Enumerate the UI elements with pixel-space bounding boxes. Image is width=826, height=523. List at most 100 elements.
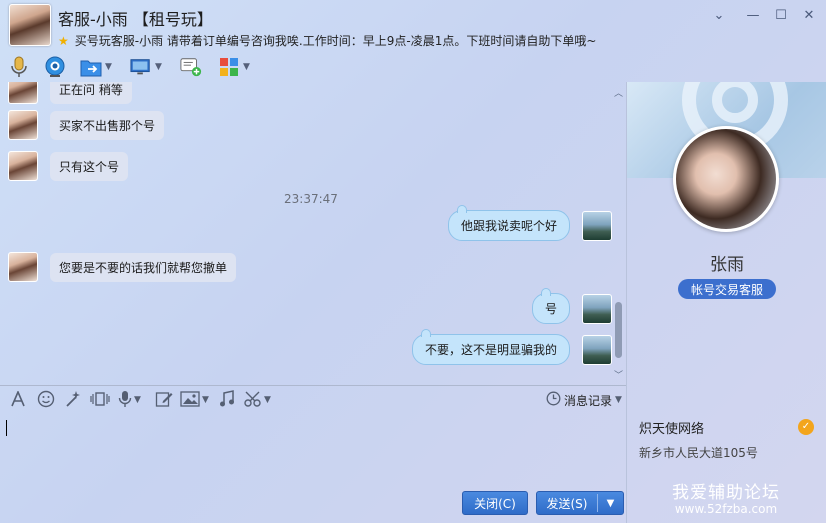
my-avatar[interactable] bbox=[582, 293, 612, 324]
signature-text: 买号玩客服-小雨 请带着订单编号咨询我唉.工作时间：早上9点-凌晨1点。下班时间… bbox=[74, 34, 597, 48]
chat-history[interactable]: 正在问 稍等 买家不出售那个号 只有这个号 23:37:47 他跟我说卖呢个好 … bbox=[0, 82, 612, 382]
message-outgoing: 他跟我说卖呢个好 bbox=[447, 205, 612, 241]
image-icon bbox=[180, 390, 200, 410]
shake-window-icon bbox=[90, 390, 110, 411]
history-label: 消息记录 bbox=[564, 393, 613, 408]
scissors-icon bbox=[244, 390, 262, 411]
message-text: 只有这个号 bbox=[50, 151, 129, 181]
chevron-down-icon[interactable]: ▼ bbox=[202, 395, 209, 405]
message-incoming: 只有这个号 bbox=[8, 151, 129, 181]
message-incoming: 买家不出售那个号 bbox=[8, 110, 165, 140]
contact-avatar[interactable] bbox=[9, 4, 51, 46]
music-note-icon bbox=[219, 389, 235, 411]
magic-button[interactable] bbox=[64, 390, 82, 410]
message-text: 不要，这不是明显骗我的 bbox=[424, 343, 557, 357]
edit-button[interactable] bbox=[155, 390, 173, 410]
voice-call-button[interactable] bbox=[8, 55, 30, 79]
bubble-tail bbox=[540, 288, 551, 296]
contact-avatar[interactable] bbox=[8, 110, 38, 140]
menu-dropdown-button[interactable]: ⌄ bbox=[708, 6, 730, 26]
message-bubble: 他跟我说卖呢个好 bbox=[447, 205, 570, 241]
video-call-button[interactable] bbox=[44, 55, 66, 79]
folder-transfer-icon bbox=[80, 56, 102, 78]
company-name: 炽天使网络 bbox=[639, 422, 705, 437]
profile-name: 张雨 bbox=[710, 255, 744, 275]
window-title: 客服-小雨 【租号玩】 bbox=[58, 10, 213, 29]
image-button[interactable]: ▼ bbox=[180, 390, 209, 410]
close-button[interactable]: 关闭(C) bbox=[462, 491, 528, 515]
chat-toolbar: ▼ ▼ ▼ bbox=[0, 52, 626, 82]
microphone-icon bbox=[118, 390, 132, 411]
message-add-icon bbox=[180, 56, 202, 78]
clock-icon bbox=[546, 391, 561, 409]
message-text: 您要是不要的话我们就帮您撤单 bbox=[50, 252, 237, 282]
my-avatar[interactable] bbox=[582, 210, 612, 241]
message-text: 号 bbox=[544, 302, 557, 316]
bubble-tail bbox=[420, 329, 431, 337]
chevron-down-icon[interactable]: ▼ bbox=[243, 62, 250, 72]
font-icon bbox=[10, 389, 26, 410]
my-avatar[interactable] bbox=[582, 334, 612, 365]
chevron-down-icon[interactable]: ▼ bbox=[134, 395, 141, 405]
message-text: 正在问 稍等 bbox=[50, 82, 132, 104]
message-text: 他跟我说卖呢个好 bbox=[460, 219, 557, 233]
message-incoming: 您要是不要的话我们就帮您撤单 bbox=[8, 252, 237, 282]
chevron-down-icon[interactable]: ▼ bbox=[598, 498, 623, 509]
send-message-button[interactable] bbox=[180, 55, 202, 79]
role-badge: 帐号交易客服 bbox=[678, 279, 776, 299]
profile-avatar[interactable] bbox=[673, 126, 779, 232]
company-address: 新乡市人民大道105号 bbox=[639, 446, 758, 460]
chevron-down-icon[interactable]: ▼ bbox=[105, 62, 112, 72]
maximize-button[interactable]: ☐ bbox=[770, 6, 792, 26]
contact-avatar[interactable] bbox=[8, 82, 38, 104]
voice-message-button[interactable]: ▼ bbox=[118, 390, 141, 410]
minimize-button[interactable]: — bbox=[742, 6, 764, 26]
send-button[interactable]: 发送(S) ▼ bbox=[536, 491, 624, 515]
screenshot-button[interactable]: ▼ bbox=[244, 390, 271, 410]
chevron-down-icon[interactable]: ▼ bbox=[615, 395, 622, 405]
chevron-down-icon[interactable]: ▼ bbox=[155, 62, 162, 72]
scroll-thumb[interactable] bbox=[615, 302, 622, 358]
title-bar: 客服-小雨 【租号玩】 ★ 买号玩客服-小雨 请带着订单编号咨询我唉.工作时间：早… bbox=[0, 0, 826, 52]
watermark-url: www.52fzba.com bbox=[674, 502, 778, 516]
smiley-icon bbox=[37, 390, 55, 411]
contact-avatar[interactable] bbox=[8, 252, 38, 282]
message-text: 买家不出售那个号 bbox=[50, 110, 165, 140]
message-incoming: 正在问 稍等 bbox=[8, 82, 132, 104]
input-toolbar: ▼ ▼ ▼ 消息记录 ▼ bbox=[0, 386, 626, 414]
close-window-button[interactable]: ✕ bbox=[798, 6, 820, 26]
message-bubble: 不要，这不是明显骗我的 bbox=[411, 329, 570, 365]
message-outgoing: 不要，这不是明显骗我的 bbox=[411, 329, 612, 365]
emoji-button[interactable] bbox=[37, 390, 55, 410]
message-outgoing: 号 bbox=[531, 288, 612, 324]
text-caret bbox=[6, 420, 7, 436]
screen-share-icon bbox=[130, 56, 152, 78]
message-input[interactable] bbox=[0, 414, 626, 488]
watermark-title: 我爱辅助论坛 bbox=[672, 483, 780, 503]
message-bubble: 号 bbox=[531, 288, 570, 324]
font-button[interactable] bbox=[10, 389, 26, 410]
chevron-down-icon[interactable]: ▼ bbox=[264, 395, 271, 405]
shake-button[interactable] bbox=[90, 390, 110, 410]
scroll-up-icon[interactable]: ︿ bbox=[614, 86, 623, 99]
music-button[interactable] bbox=[219, 389, 235, 411]
send-label[interactable]: 发送(S) bbox=[537, 495, 597, 512]
message-timestamp: 23:37:47 bbox=[284, 192, 338, 206]
bubble-tail bbox=[456, 205, 467, 213]
watermark: 我爱辅助论坛 www.52fzba.com bbox=[626, 478, 826, 523]
microphone-icon bbox=[8, 56, 30, 78]
apps-button[interactable]: ▼ bbox=[218, 55, 250, 79]
verified-icon: ✓ bbox=[798, 419, 814, 435]
pencil-icon bbox=[155, 390, 173, 411]
message-history-button[interactable]: 消息记录 ▼ bbox=[546, 391, 622, 409]
chat-scrollbar[interactable]: ︿ ﹀ bbox=[612, 82, 626, 382]
screen-share-button[interactable]: ▼ bbox=[130, 55, 162, 79]
apps-grid-icon bbox=[218, 56, 240, 78]
scroll-down-icon[interactable]: ﹀ bbox=[614, 368, 623, 381]
star-icon: ★ bbox=[58, 34, 69, 48]
camera-icon bbox=[44, 56, 66, 78]
magic-wand-icon bbox=[64, 390, 82, 411]
contact-avatar[interactable] bbox=[8, 151, 38, 181]
file-transfer-button[interactable]: ▼ bbox=[80, 55, 112, 79]
contact-profile-panel: 张雨 帐号交易客服 炽天使网络 ✓ 新乡市人民大道105号 bbox=[626, 82, 826, 523]
